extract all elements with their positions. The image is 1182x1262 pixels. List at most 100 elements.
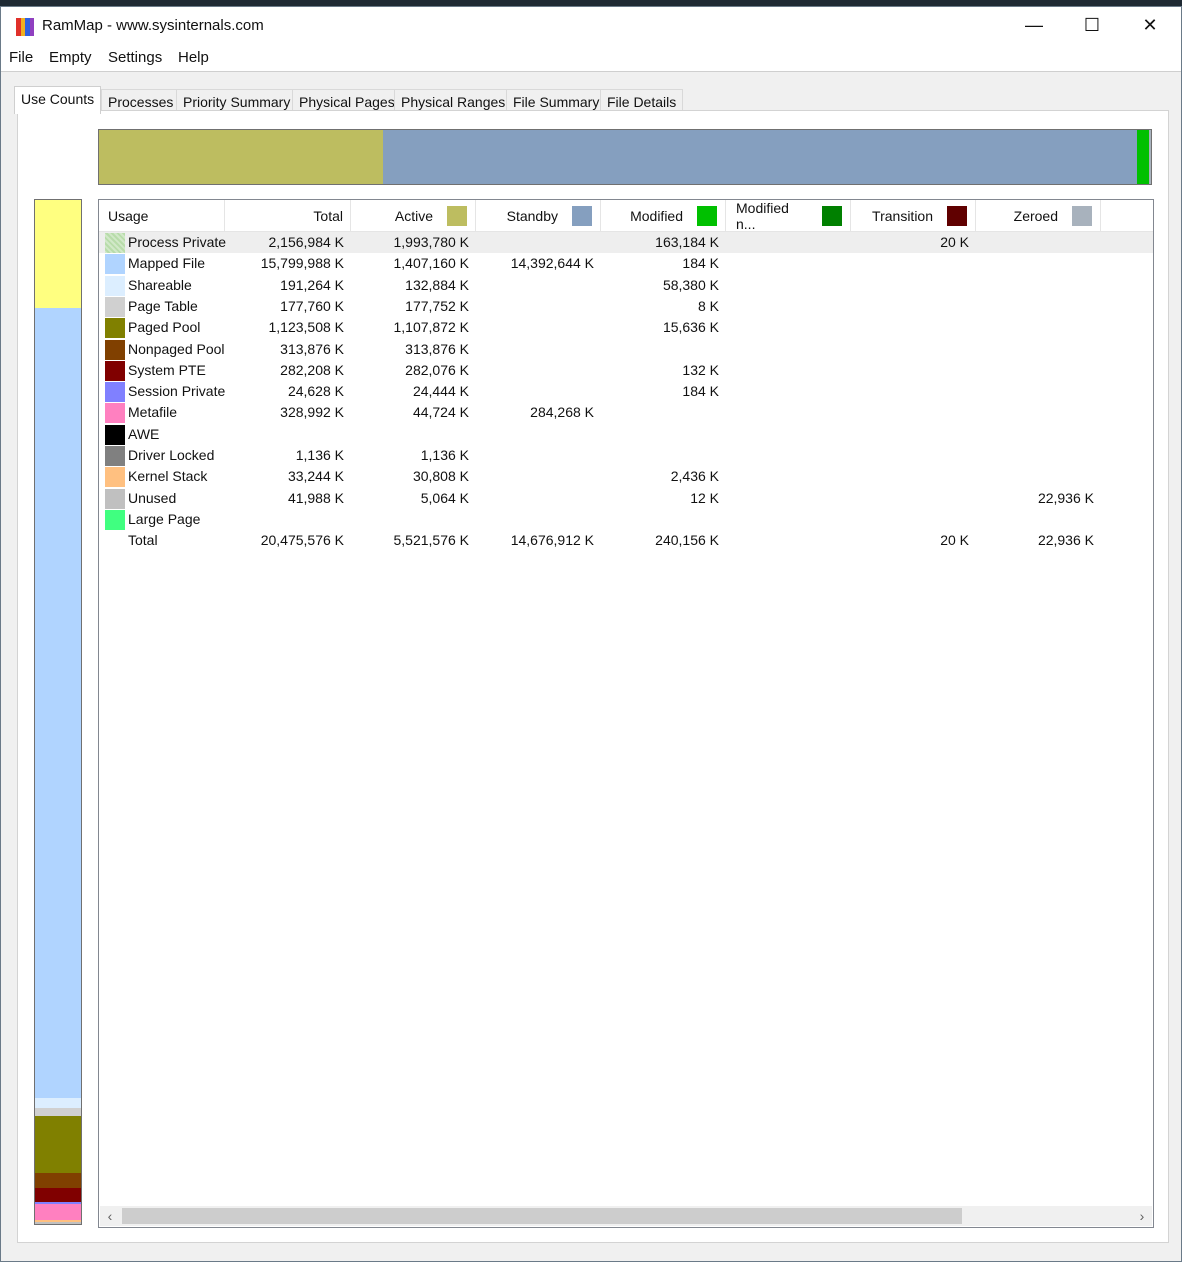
cell-active: 5,064 K — [420, 489, 469, 506]
table-row[interactable]: Process Private 2,156,984 K 1,993,780 K 163… — [99, 232, 1153, 253]
active-color-swatch — [447, 205, 467, 226]
usage-label: Kernel Stack — [128, 468, 208, 485]
usage-label: Shareable — [128, 276, 192, 293]
cell-total: 33,244 K — [287, 468, 344, 485]
table-row[interactable]: Session Private 24,628 K 24,444 K 184 K — [99, 381, 1153, 403]
minimize-button[interactable]: — — [1005, 7, 1063, 43]
cell-active: 132,884 K — [405, 276, 469, 293]
table-row[interactable]: Unused 41,988 K 5,064 K 12 K 22,936 K — [99, 488, 1153, 509]
title-bar[interactable]: RamMap - www.sysinternals.com — ☐ ✕ — [1, 7, 1181, 43]
usage-label: Session Private — [128, 383, 226, 400]
table-row[interactable]: Total 20,475,576 K 5,521,576 K 14,676,912 K… — [99, 530, 1153, 551]
cell-active: 177,752 K — [405, 297, 469, 314]
column-header-modified[interactable]: Modified — [601, 200, 726, 231]
cell-modified: 2,436 K — [670, 468, 719, 485]
scroll-left-arrow[interactable]: ‹ — [100, 1206, 120, 1226]
menu-settings[interactable]: Settings — [108, 49, 162, 66]
close-button[interactable]: ✕ — [1121, 7, 1179, 43]
state-segment-zeroed — [1148, 130, 1151, 184]
window-title: RamMap - www.sysinternals.com — [42, 17, 264, 34]
column-header-total[interactable]: Total — [225, 200, 351, 231]
column-label: Total — [313, 207, 343, 224]
maximize-button[interactable]: ☐ — [1063, 7, 1121, 43]
table-row[interactable]: Nonpaged Pool 313,876 K 313,876 K — [99, 339, 1153, 360]
tab-physical-pages[interactable]: Physical Pages — [292, 89, 402, 112]
table-row[interactable]: Kernel Stack 33,244 K 30,808 K 2,436 K — [99, 466, 1153, 488]
cell-modified: 163,184 K — [655, 234, 719, 250]
table-row[interactable]: Driver Locked 1,136 K 1,136 K — [99, 445, 1153, 466]
column-header-usage[interactable]: Usage — [99, 200, 225, 231]
cell-active: 44,724 K — [412, 404, 469, 421]
table-row[interactable]: Page Table 177,760 K 177,752 K 8 K — [99, 296, 1153, 317]
state-segment-modified — [1136, 130, 1149, 184]
cell-total: 328,992 K — [280, 404, 344, 421]
column-label: Standby — [506, 207, 558, 224]
table-row[interactable]: System PTE 282,208 K 282,076 K 132 K — [99, 360, 1153, 381]
usage-color-swatch — [105, 446, 125, 466]
cell-total: 15,799,988 K — [260, 255, 344, 272]
usage-color-swatch — [105, 382, 125, 403]
usage-color-swatch — [105, 233, 125, 253]
cell-modified: 15,636 K — [662, 319, 719, 336]
table-row[interactable]: Mapped File 15,799,988 K 1,407,160 K 14,392… — [99, 253, 1153, 275]
usage-color-swatch — [105, 360, 125, 381]
tab-physical-ranges[interactable]: Physical Ranges — [394, 89, 513, 112]
tab-file-summary[interactable]: File Summary — [506, 89, 607, 112]
column-header-zeroed[interactable]: Zeroed — [976, 200, 1101, 231]
column-header-transition[interactable]: Transition — [851, 200, 976, 231]
state-segment-standby — [382, 130, 1137, 184]
usage-color-swatch — [105, 254, 125, 275]
column-header-active[interactable]: Active — [351, 200, 476, 231]
use-counts-panel: Usage Total Active Standby Modified Modi… — [17, 110, 1169, 1243]
zeroed-color-swatch — [1072, 205, 1092, 226]
tab-priority-summary[interactable]: Priority Summary — [176, 89, 298, 112]
menu-empty[interactable]: Empty — [49, 49, 92, 66]
table-row[interactable]: Large Page — [99, 509, 1153, 530]
usage-color-swatch — [105, 296, 125, 317]
usage-color-swatch — [105, 509, 125, 530]
column-header-standby[interactable]: Standby — [476, 200, 601, 231]
table-row[interactable]: Paged Pool 1,123,508 K 1,107,872 K 15,636 K — [99, 317, 1153, 339]
cell-modified: 184 K — [682, 255, 719, 272]
usage-color-swatch — [105, 275, 125, 296]
table-row[interactable]: AWE — [99, 424, 1153, 445]
usage-label: Large Page — [128, 510, 201, 527]
horizontal-scrollbar[interactable]: ‹ › — [100, 1206, 1152, 1226]
usage-label: Paged Pool — [128, 319, 201, 336]
usage-segment-page-table — [35, 1107, 81, 1117]
usage-label: Unused — [128, 489, 177, 506]
usage-color-swatch — [105, 318, 125, 339]
cell-total: 1,123,508 K — [268, 319, 344, 336]
menu-bar: File Empty Settings Help — [1, 43, 1181, 72]
tab-processes[interactable]: Processes — [101, 89, 181, 112]
usage-label: Mapped File — [128, 255, 206, 272]
cell-active: 30,808 K — [412, 468, 469, 485]
scroll-right-arrow[interactable]: › — [1132, 1206, 1152, 1226]
usage-color-swatch — [105, 403, 125, 424]
usage-label: AWE — [128, 425, 160, 442]
cell-active: 1,407,160 K — [393, 255, 469, 272]
tab-file-details[interactable]: File Details — [600, 89, 684, 112]
cell-modified: 184 K — [682, 383, 719, 400]
tab-use-counts[interactable]: Use Counts — [14, 86, 102, 114]
table-row[interactable]: Shareable 191,264 K 132,884 K 58,380 K — [99, 275, 1153, 296]
cell-active: 1,136 K — [420, 447, 469, 463]
usage-segment-metafile — [35, 1203, 81, 1221]
standby-color-swatch — [572, 205, 592, 226]
menu-file[interactable]: File — [9, 49, 33, 66]
usage-segment-paged-pool — [35, 1116, 81, 1173]
menu-help[interactable]: Help — [178, 49, 209, 66]
table-row[interactable]: Metafile 328,992 K 44,724 K 284,268 K — [99, 402, 1153, 424]
usage-label: Metafile — [128, 404, 178, 421]
cell-active: 1,993,780 K — [393, 234, 469, 250]
column-label: Zeroed — [1013, 207, 1058, 224]
scrollbar-thumb[interactable] — [122, 1208, 962, 1224]
usage-color-swatch — [105, 339, 125, 360]
modified-no-write-color-swatch — [822, 205, 842, 226]
modified-color-swatch — [697, 205, 717, 226]
page-state-bar — [98, 129, 1152, 185]
column-header-modified-no-write[interactable]: Modified n... — [726, 200, 851, 232]
cell-standby: 284,268 K — [530, 404, 594, 421]
table-header: Usage Total Active Standby Modified Modi… — [99, 200, 1153, 232]
usage-segment-shareable — [35, 1098, 81, 1108]
